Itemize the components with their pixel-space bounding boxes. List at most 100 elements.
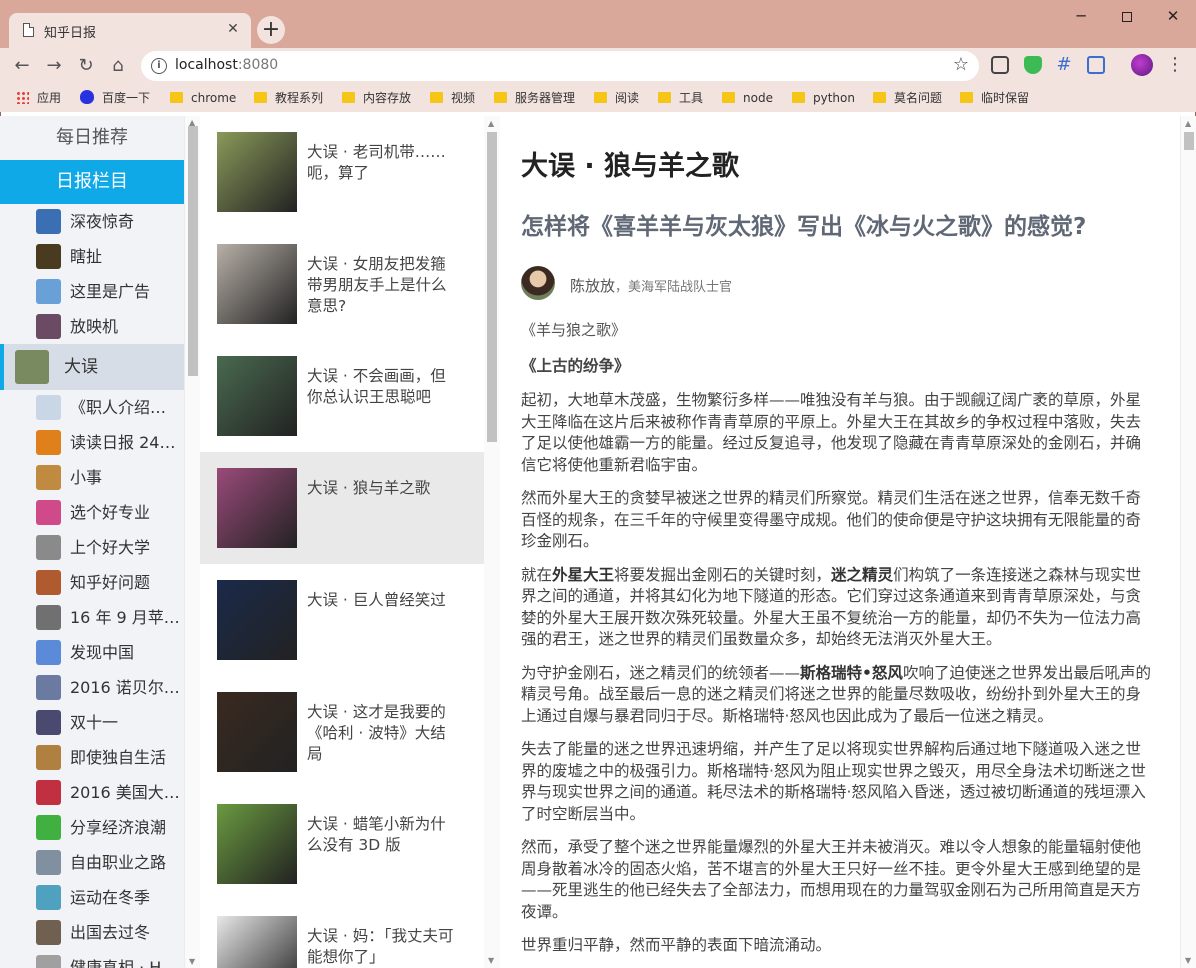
sidebar-item-label: 健康真相 · H… <box>70 958 178 968</box>
daily-recommend-button[interactable]: 每日推荐 <box>0 116 184 160</box>
story-title: 大误 · 蜡笔小新为什么没有 3D 版 <box>307 815 446 854</box>
story-item[interactable]: 大误 · 不会画画，但你总认识王思聪吧 <box>200 340 484 452</box>
bookmark-folder[interactable]: node <box>722 89 773 107</box>
sidebar-item[interactable]: 瞎扯 <box>0 239 184 274</box>
column-thumbnail <box>36 675 61 700</box>
bookmark-folder[interactable]: 视频 <box>430 89 475 107</box>
bookmark-folder[interactable]: 服务器管理 <box>494 89 575 107</box>
bookmark-folder[interactable]: 工具 <box>658 89 703 107</box>
question-title: 怎样将《喜羊羊与灰太狼》写出《冰与火之歌》的感觉? <box>521 214 1087 240</box>
story-item[interactable]: 大误 · 巨人曾经笑过 <box>200 564 484 676</box>
sidebar-item[interactable]: 分享经济浪潮 <box>0 810 184 845</box>
sidebar-item[interactable]: 知乎好问题 <box>0 565 184 600</box>
sidebar-item[interactable]: 小事 <box>0 460 184 495</box>
sidebar-item[interactable]: 运动在冬季 <box>0 880 184 915</box>
sidebar-item[interactable]: 16 年 9 月苹… <box>0 600 184 635</box>
profile-avatar-icon[interactable] <box>1131 54 1153 76</box>
column-thumbnail <box>36 815 61 840</box>
paragraph: 然而外星大王的贪婪早被迷之世界的精灵们所察觉。精灵们生活在迷之世界，信奉无数千奇… <box>521 489 1142 550</box>
column-thumbnail <box>36 605 61 630</box>
sidebar-item[interactable]: 深夜惊奇 <box>0 204 184 239</box>
sidebar-item[interactable]: 健康真相 · H… <box>0 950 184 968</box>
story-item[interactable]: 大误 · 妈：「我丈夫可能想你了」 <box>200 900 484 968</box>
tab-close-icon[interactable]: ✕ <box>225 21 241 37</box>
sidebar-scrollbar[interactable]: ▲ ▼ <box>184 116 200 968</box>
home-icon[interactable]: ⌂ <box>104 52 132 80</box>
sidebar-item-label: 大误 <box>64 357 98 377</box>
extension-password-icon[interactable] <box>991 56 1009 74</box>
sidebar-item-label: 瞎扯 <box>70 247 103 266</box>
story-item[interactable]: 大误 · 蜡笔小新为什么没有 3D 版 <box>200 788 484 900</box>
sidebar-item[interactable]: 2016 诺贝尔… <box>0 670 184 705</box>
back-arrow-icon[interactable]: ← <box>8 52 36 80</box>
paragraph: 起初，大地草木茂盛，生物繁衍多样——唯独没有羊与狼。由于觊觎辽阔广袤的草原，外星… <box>521 391 1142 474</box>
story-item[interactable]: 大误 · 老司机带……呃，算了 <box>200 116 484 228</box>
extension-grid-icon[interactable]: # <box>1055 56 1073 74</box>
story-title: 大误 · 妈：「我丈夫可能想你了」 <box>307 927 454 966</box>
bookmark-apps[interactable]: 应用 <box>16 89 61 107</box>
sidebar-item[interactable]: 选个好专业 <box>0 495 184 530</box>
maximize-button[interactable] <box>1104 2 1150 30</box>
folder-icon <box>342 92 355 103</box>
sidebar-item-label: 放映机 <box>70 317 119 336</box>
sidebar-item[interactable]: 《职人介绍… <box>0 390 184 425</box>
sidebar-item[interactable]: 自由职业之路 <box>0 845 184 880</box>
sidebar-item[interactable]: 上个好大学 <box>0 530 184 565</box>
paragraph: 世界重归平静，然而平静的表面下暗流涌动。 <box>521 936 832 954</box>
columns-header[interactable]: 日报栏目 <box>0 160 184 204</box>
story-scroll-thumb[interactable] <box>487 132 497 442</box>
sidebar-item-label: 小事 <box>70 468 103 487</box>
minimize-button[interactable]: ─ <box>1058 2 1104 30</box>
column-thumbnail <box>36 279 61 304</box>
sidebar-item[interactable]: 2016 美国大… <box>0 775 184 810</box>
scroll-down-arrow-icon[interactable]: ▼ <box>189 957 195 966</box>
sidebar-item[interactable]: 放映机 <box>0 309 184 344</box>
bookmark-folder[interactable]: python <box>792 89 855 107</box>
sidebar-item-label: 上个好大学 <box>70 538 151 557</box>
sidebar-item[interactable]: 双十一 <box>0 705 184 740</box>
scroll-up-arrow-icon[interactable]: ▲ <box>1185 119 1191 128</box>
story-item[interactable]: 大误 · 女朋友把发箍带男朋友手上是什么意思? <box>200 228 484 340</box>
sidebar-item[interactable]: 即使独自生活 <box>0 740 184 775</box>
story-list-scrollbar[interactable]: ▲ ▼ <box>484 116 500 968</box>
bookmark-baidu[interactable]: 百度一下 <box>80 89 150 107</box>
menu-icon[interactable]: ⋮ <box>1166 53 1184 77</box>
story-item[interactable]: 大误 · 这才是我要的《哈利 · 波特》大结局 <box>200 676 484 788</box>
close-window-button[interactable]: ✕ <box>1150 2 1196 30</box>
story-item[interactable]: 大误 · 狼与羊之歌 <box>200 452 484 564</box>
column-thumbnail <box>36 640 61 665</box>
bookmark-folder[interactable]: 教程系列 <box>254 89 323 107</box>
sidebar-item[interactable]: 读读日报 24… <box>0 425 184 460</box>
scroll-down-arrow-icon[interactable]: ▼ <box>488 956 494 965</box>
story-title: 大误 · 不会画画，但你总认识王思聪吧 <box>307 367 446 406</box>
bookmark-folder[interactable]: 阅读 <box>594 89 639 107</box>
address-bar[interactable]: i localhost:8080 ☆ <box>141 51 979 81</box>
story-items: 大误 · 老司机带……呃，算了 大误 · 女朋友把发箍带男朋友手上是什么意思? 大误… <box>200 116 484 968</box>
extension-link-icon[interactable] <box>1087 56 1105 74</box>
scroll-up-arrow-icon[interactable]: ▲ <box>488 119 494 128</box>
url-text: localhost:8080 <box>175 57 278 73</box>
site-info-icon[interactable]: i <box>151 58 167 74</box>
reload-icon[interactable]: ↻ <box>72 52 100 80</box>
sidebar-item[interactable]: 大误 <box>0 344 184 390</box>
bookmark-folder[interactable]: 内容存放 <box>342 89 411 107</box>
bookmark-folder[interactable]: 莫名问题 <box>873 89 942 107</box>
story-list: 大误 · 老司机带……呃，算了 大误 · 女朋友把发箍带男朋友手上是什么意思? 大误… <box>200 116 500 968</box>
bookmark-folder[interactable]: 临时保留 <box>960 89 1029 107</box>
folder-icon <box>722 92 735 103</box>
scroll-down-arrow-icon[interactable]: ▼ <box>1185 956 1191 965</box>
new-tab-button[interactable]: + <box>257 16 285 44</box>
forward-arrow-icon[interactable]: → <box>40 52 68 80</box>
sidebar-item[interactable]: 这里是广告 <box>0 274 184 309</box>
bookmark-star-icon[interactable]: ☆ <box>953 54 969 75</box>
sidebar-item-label: 16 年 9 月苹… <box>70 608 180 627</box>
sidebar-item[interactable]: 出国去过冬 <box>0 915 184 950</box>
bookmark-folder[interactable]: chrome <box>170 89 236 107</box>
article-scrollbar[interactable]: ▲ ▼ <box>1180 116 1196 968</box>
extension-shield-icon[interactable] <box>1024 56 1042 74</box>
story-thumbnail <box>217 468 297 548</box>
article-scroll-thumb[interactable] <box>1184 132 1194 150</box>
browser-tab[interactable]: 知乎日报 ✕ <box>9 13 251 48</box>
sidebar-scroll-thumb[interactable] <box>188 126 198 376</box>
sidebar-item[interactable]: 发现中国 <box>0 635 184 670</box>
